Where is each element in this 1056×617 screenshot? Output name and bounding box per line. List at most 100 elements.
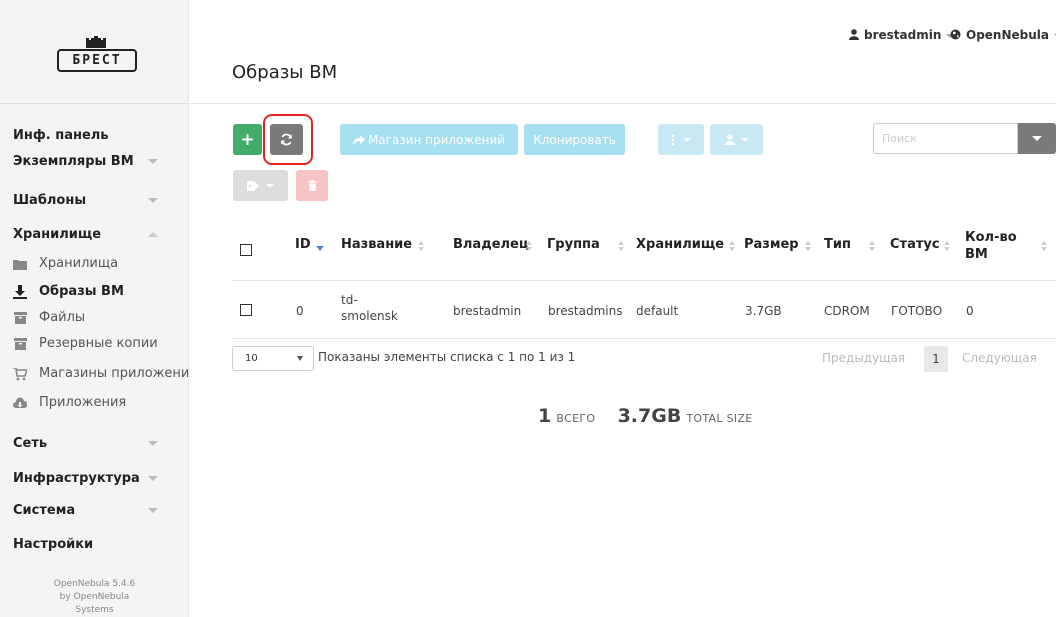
total-size: 3.7GB — [617, 405, 682, 427]
labels-button[interactable] — [233, 170, 288, 201]
brest-logo[interactable]: БРЕСТ — [57, 36, 137, 74]
marketplace-button[interactable]: Магазин приложений — [340, 124, 518, 155]
sidebar-item-dashboard[interactable]: Инф. панель — [0, 124, 188, 148]
sidebar-item-apps[interactable]: Приложения — [0, 392, 188, 414]
version-info: OpenNebula 5.4.6 by OpenNebula Systems — [0, 578, 188, 617]
caret-down-icon — [740, 137, 749, 142]
table-divider — [232, 338, 1056, 339]
version-line: OpenNebula 5.4.6 — [53, 579, 136, 589]
sort-icon — [944, 241, 950, 253]
column-header-vms[interactable]: Кол-во ВМ — [965, 229, 1017, 263]
cell-size: 3.7GB — [745, 304, 782, 318]
select-all-checkbox[interactable] — [240, 244, 252, 256]
column-header-status[interactable]: Статус — [890, 237, 940, 252]
column-header-name[interactable]: Название — [341, 237, 412, 252]
app-window: БРЕСТ Инф. панель Экземпляры ВМ Шаблоны … — [0, 0, 1056, 617]
chevron-up-icon — [148, 232, 158, 237]
column-header-label: ВМ — [965, 247, 988, 262]
chevron-down-icon — [148, 508, 158, 513]
sidebar-item-files[interactable]: Файлы — [0, 307, 188, 329]
total-label: ВСЕГО — [556, 412, 596, 425]
prev-page-button[interactable]: Предыдущая — [822, 351, 905, 365]
sidebar-item-system[interactable]: Система — [0, 499, 188, 523]
sidebar-item-infrastructure[interactable]: Инфраструктура — [0, 467, 188, 491]
share-arrow-icon — [352, 134, 365, 145]
column-header-label: Хранилище — [636, 237, 725, 252]
version-line: Systems — [75, 605, 114, 615]
sidebar-item-label: Шаблоны — [13, 193, 87, 208]
trash-icon — [307, 180, 317, 191]
cell-owner: brestadmin — [453, 304, 522, 318]
sidebar-item-label: Настройки — [13, 537, 94, 552]
archive-icon — [13, 337, 27, 351]
more-actions-button[interactable] — [658, 124, 704, 155]
chevron-down-icon — [148, 198, 158, 203]
chevron-down-icon — [148, 159, 158, 164]
row-checkbox[interactable] — [240, 304, 252, 316]
highlight-marker — [263, 114, 313, 165]
page-size-select[interactable]: 10 — [232, 346, 314, 371]
column-header-label: Статус — [890, 237, 940, 252]
user-icon — [849, 29, 859, 40]
sidebar-item-images[interactable]: Образы ВМ — [0, 281, 188, 303]
next-page-button[interactable]: Следующая — [962, 351, 1037, 365]
tag-icon — [247, 180, 259, 191]
sidebar-item-label: Экземпляры ВМ — [13, 154, 134, 169]
sidebar-item-network[interactable]: Сеть — [0, 432, 188, 456]
column-header-label: Название — [341, 237, 413, 252]
cell-id: 0 — [296, 304, 304, 318]
sidebar-item-datastores[interactable]: Хранилища — [0, 253, 188, 275]
search-dropdown-button[interactable] — [1018, 123, 1056, 154]
column-header-type[interactable]: Тип — [824, 237, 851, 252]
column-header-size[interactable]: Размер — [744, 237, 799, 252]
cell-group: brestadmins — [548, 304, 623, 318]
cloud-download-icon — [13, 396, 27, 410]
sidebar-item-storage[interactable]: Хранилище — [0, 223, 188, 247]
sidebar-item-settings[interactable]: Настройки — [0, 533, 188, 557]
owner-button[interactable] — [710, 124, 763, 155]
sidebar-item-label: Хранилища — [39, 256, 119, 271]
column-header-label: Кол-во — [965, 230, 1017, 245]
delete-button[interactable] — [296, 170, 328, 201]
search-input[interactable]: Поиск — [873, 123, 1018, 154]
column-header-owner[interactable]: Владелец — [453, 237, 529, 252]
cell-vms: 0 — [966, 304, 974, 318]
sidebar-item-label: Инфраструктура — [13, 471, 140, 486]
user-menu[interactable]: brestadmin — [849, 28, 955, 42]
sidebar-item-label: Файлы — [39, 310, 86, 325]
sidebar-item-templates[interactable]: Шаблоны — [0, 189, 188, 213]
zone-name: OpenNebula — [966, 28, 1049, 42]
globe-icon — [950, 29, 961, 40]
total-count: 1 — [538, 405, 552, 427]
ellipsis-vertical-icon — [671, 134, 675, 145]
sort-icon — [618, 241, 624, 253]
zone-menu[interactable]: OpenNebula — [950, 28, 1056, 42]
sidebar-item-backups[interactable]: Резервные копии — [0, 333, 188, 355]
page-number-button[interactable]: 1 — [924, 346, 948, 372]
column-header-label: ID — [295, 237, 311, 252]
cell-name-line: td- — [341, 293, 358, 307]
sidebar-item-label: Приложения — [39, 395, 127, 410]
clone-button[interactable]: Клонировать — [524, 124, 625, 155]
caret-down-icon — [683, 137, 691, 142]
column-header-id[interactable]: ID — [295, 237, 311, 252]
table-divider — [232, 280, 1056, 281]
chevron-down-icon — [148, 441, 158, 446]
sidebar-item-marketplaces[interactable]: Магазины приложений — [0, 363, 188, 385]
header-divider — [190, 103, 1056, 104]
sort-icon — [729, 241, 735, 253]
column-header-datastore[interactable]: Хранилище — [636, 237, 724, 252]
add-button[interactable]: + — [233, 124, 262, 155]
sort-icon — [869, 241, 875, 253]
user-name: brestadmin — [864, 28, 942, 42]
folder-icon — [13, 257, 27, 271]
sidebar-item-vms[interactable]: Экземпляры ВМ — [0, 150, 188, 174]
shopping-cart-icon — [13, 367, 27, 381]
page-size-value: 10 — [245, 353, 258, 364]
sidebar-item-label: Образы ВМ — [39, 284, 124, 299]
column-header-group[interactable]: Группа — [547, 237, 600, 252]
sidebar-item-label: Резервные копии — [39, 336, 158, 351]
page-title: Образы ВМ — [232, 62, 338, 83]
cell-datastore: default — [636, 304, 679, 318]
cell-status: ГОТОВО — [891, 304, 943, 318]
